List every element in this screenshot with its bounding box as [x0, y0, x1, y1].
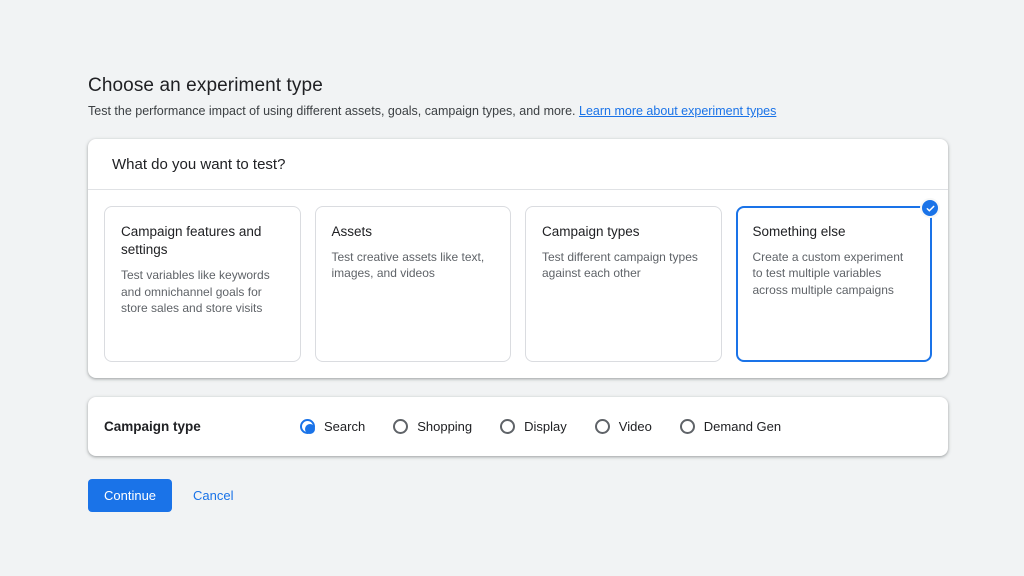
- form-actions: Continue Cancel: [88, 479, 948, 512]
- learn-more-link[interactable]: Learn more about experiment types: [579, 104, 776, 118]
- option-campaign-features[interactable]: Campaign features and settings Test vari…: [104, 206, 301, 362]
- radio-label: Video: [618, 419, 652, 434]
- campaign-type-card: Campaign type Search Shopping Display Vi…: [88, 397, 948, 456]
- option-title: Assets: [331, 224, 373, 239]
- campaign-type-radio-group: Search Shopping Display Video Demand Gen: [300, 419, 781, 434]
- radio-display[interactable]: Display: [500, 419, 567, 434]
- radio-demand-gen[interactable]: Demand Gen: [679, 419, 782, 434]
- cancel-button[interactable]: Cancel: [193, 488, 233, 503]
- test-options-row: Campaign features and settings Test vari…: [88, 190, 948, 378]
- page-subtitle: Test the performance impact of using dif…: [88, 104, 948, 118]
- radio-unselected-icon: [393, 419, 409, 434]
- what-to-test-question: What do you want to test?: [88, 139, 948, 190]
- page-title: Choose an experiment type: [88, 75, 323, 96]
- option-something-else[interactable]: Something else Create a custom experimen…: [735, 198, 940, 362]
- option-description: Test variables like keywords and omnicha…: [121, 268, 270, 315]
- option-description: Create a custom experiment to test multi…: [752, 250, 904, 297]
- radio-shopping[interactable]: Shopping: [393, 419, 472, 434]
- option-campaign-types[interactable]: Campaign types Test different campaign t…: [525, 206, 722, 362]
- radio-video[interactable]: Video: [594, 419, 652, 434]
- check-icon: [920, 198, 940, 218]
- continue-button[interactable]: Continue: [88, 479, 173, 512]
- radio-search[interactable]: Search: [300, 419, 365, 434]
- radio-unselected-icon: [594, 419, 610, 434]
- radio-unselected-icon: [679, 419, 695, 434]
- what-to-test-card: What do you want to test? Campaign featu…: [88, 139, 948, 378]
- radio-label: Demand Gen: [703, 419, 782, 434]
- campaign-type-label: Campaign type: [104, 419, 201, 434]
- experiment-setup-page: Choose an experiment type Test the perfo…: [88, 75, 948, 512]
- radio-label: Display: [524, 419, 567, 434]
- option-title: Campaign features and settings: [121, 224, 262, 258]
- radio-unselected-icon: [500, 419, 516, 434]
- radio-selected-icon: [300, 419, 315, 434]
- radio-label: Search: [324, 419, 366, 434]
- radio-label: Shopping: [417, 419, 473, 434]
- option-title: Campaign types: [542, 224, 640, 239]
- option-title: Something else: [752, 224, 846, 239]
- option-assets[interactable]: Assets Test creative assets like text, i…: [314, 206, 511, 362]
- option-description: Test different campaign types against ea…: [542, 250, 698, 281]
- option-description: Test creative assets like text, images, …: [331, 250, 485, 281]
- subtitle-text: Test the performance impact of using dif…: [88, 104, 576, 118]
